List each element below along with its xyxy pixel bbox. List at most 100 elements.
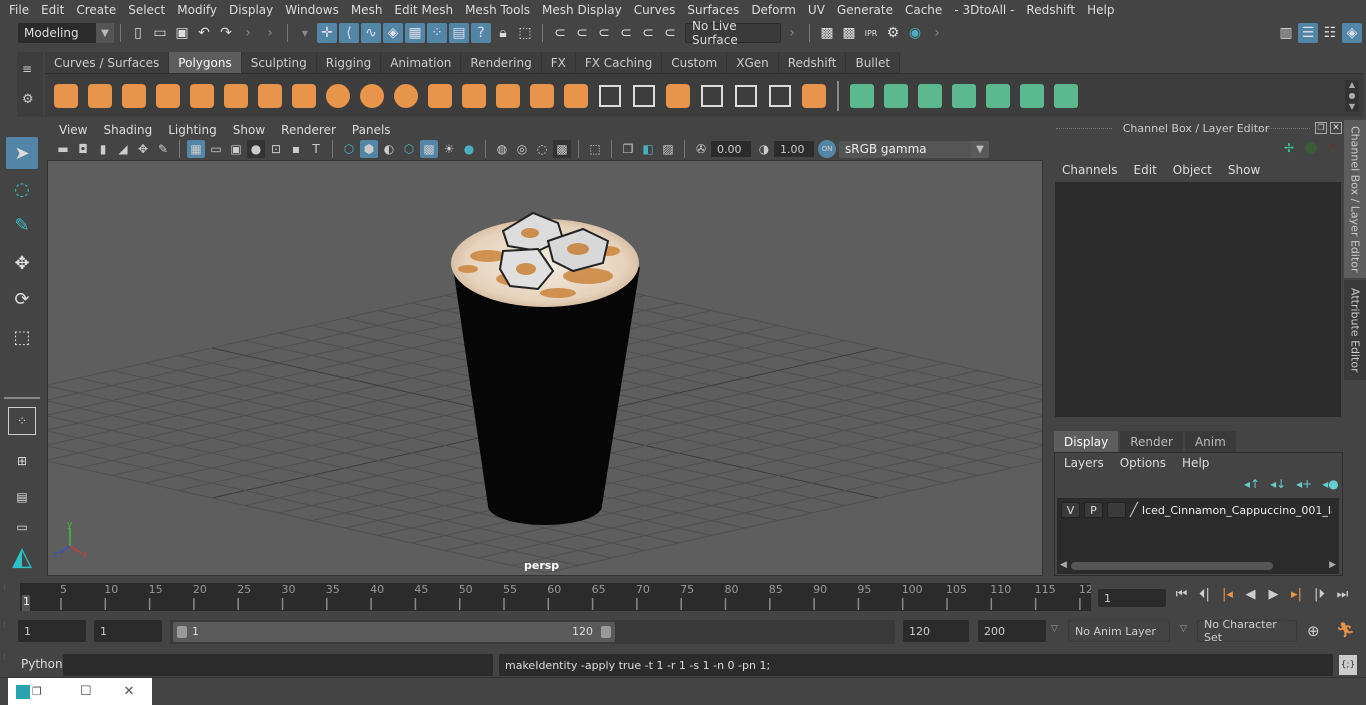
select-tool-arrow-icon[interactable]: ➤ [6, 137, 38, 169]
shelf-tab-rendering[interactable]: Rendering [461, 52, 542, 73]
channel-box-menu-show[interactable]: Show [1220, 163, 1268, 177]
scroll-right-icon[interactable]: ▶ [1329, 560, 1336, 570]
select-uv-icon[interactable]: ⁘ [427, 23, 447, 43]
shelf-tab-redshift[interactable]: Redshift [778, 52, 847, 73]
poke-tool[interactable] [628, 80, 660, 112]
outliner-layout-icon[interactable]: ▤ [6, 481, 38, 513]
anim-layer-field[interactable]: No Anim Layer [1068, 620, 1170, 642]
menu-create[interactable]: Create [70, 3, 122, 17]
sync-icon[interactable] [1305, 142, 1317, 154]
maximize-icon[interactable]: ☐ [80, 684, 92, 699]
side-tab-attribute-editor[interactable]: Attribute Editor [1344, 280, 1366, 380]
exposure-field[interactable]: 0.00 [711, 141, 751, 157]
bridge-tool[interactable] [526, 80, 558, 112]
undo-icon[interactable]: ↶ [194, 23, 214, 43]
channel-box-menu-object[interactable]: Object [1165, 163, 1220, 177]
safe-action-icon[interactable]: ▪ [287, 140, 305, 158]
multicut-tool[interactable] [560, 80, 592, 112]
scene-end-field[interactable]: 200 [978, 620, 1046, 642]
highlight-selection-icon[interactable]: ⬚ [515, 23, 535, 43]
gamma-field[interactable]: 1.00 [774, 141, 814, 157]
menu-uv[interactable]: UV [802, 3, 831, 17]
menu-3dtoall[interactable]: - 3DtoAll - [948, 3, 1020, 17]
separate-tool[interactable] [356, 80, 388, 112]
move-tool-icon[interactable]: ✥ [6, 247, 38, 279]
merge-tool[interactable] [662, 80, 694, 112]
snap-curve-icon[interactable]: ⊂ [572, 23, 592, 43]
channel-box-menu-edit[interactable]: Edit [1126, 163, 1165, 177]
xray-active-icon[interactable]: ◧ [639, 140, 657, 158]
save-scene-icon[interactable]: ▣ [172, 23, 192, 43]
command-input[interactable] [63, 654, 493, 676]
new-scene-icon[interactable]: ▯ [128, 23, 148, 43]
menu-cache[interactable]: Cache [899, 3, 948, 17]
combine-tool[interactable] [322, 80, 354, 112]
paint-select-tool-icon[interactable]: ✎ [6, 209, 38, 241]
xray-icon[interactable]: ⬡ [400, 140, 418, 158]
viewport-menu-panels[interactable]: Panels [344, 123, 399, 137]
drag-handle[interactable]: ⁞ [3, 620, 17, 644]
step-back-key-icon[interactable]: |◂ [1216, 587, 1239, 602]
animation-preferences-icon[interactable]: 🏃︎ [1336, 621, 1355, 639]
script-editor-icon[interactable]: {;} [1339, 655, 1357, 675]
ipr-render-icon[interactable]: IPR [861, 23, 881, 43]
xray-joints-icon[interactable]: ❐ [619, 140, 637, 158]
gate-mask-icon[interactable]: ● [247, 140, 265, 158]
2d-pan-zoom-icon[interactable]: ✥ [134, 140, 152, 158]
camera-icon[interactable]: ▬ [54, 140, 72, 158]
four-view-layout-icon[interactable]: ⊞ [6, 445, 38, 477]
move-layer-down-icon[interactable]: ◂↓ [1270, 477, 1286, 491]
select-face-icon[interactable]: ▦ [405, 23, 425, 43]
boolean-tool[interactable] [798, 80, 830, 112]
play-forwards-icon[interactable]: ▶ [1262, 587, 1285, 602]
menu-file[interactable]: File [3, 3, 35, 17]
workspace-dropdown[interactable]: Modeling ▼ [18, 23, 114, 43]
textured-icon[interactable]: ▩ [420, 140, 438, 158]
menu-select[interactable]: Select [122, 3, 171, 17]
step-forward-key-icon[interactable]: ▸| [1285, 587, 1308, 602]
modeling-toolkit-icon[interactable]: ▥ [1276, 23, 1296, 43]
extrude-tool[interactable] [492, 80, 524, 112]
viewport-menu-lighting[interactable]: Lighting [160, 123, 225, 137]
tool-settings-icon[interactable]: ☷ [1320, 23, 1340, 43]
insert-edge-loop-tool[interactable] [594, 80, 626, 112]
grid-icon[interactable]: ▦ [187, 140, 205, 158]
character-set-field[interactable]: No Character Set [1197, 618, 1297, 644]
restore-icon[interactable]: ❐ [32, 685, 42, 698]
channel-box-icon[interactable]: ◈ [1342, 23, 1362, 43]
menu-help[interactable]: Help [1081, 3, 1120, 17]
viewport-menu-show[interactable]: Show [225, 123, 273, 137]
step-back-frame-icon[interactable]: ⏴︎| [1193, 587, 1216, 602]
playback-start-field[interactable]: 1 [94, 620, 162, 642]
character-set-dropdown-icon[interactable]: ▽ [1180, 624, 1187, 634]
menu-mesh-tools[interactable]: Mesh Tools [459, 3, 536, 17]
channel-box-menu-channels[interactable]: Channels [1054, 163, 1126, 177]
cube-tool[interactable] [84, 80, 116, 112]
grease-pencil-icon[interactable]: ✎ [154, 140, 172, 158]
snap-view-icon[interactable]: ⊂ [616, 23, 636, 43]
snap-surface-icon[interactable]: ⊂ [638, 23, 658, 43]
render-current-icon[interactable]: ▩ [839, 23, 859, 43]
safe-title-icon[interactable]: T [307, 140, 325, 158]
layer-name[interactable]: Iced_Cinnamon_Cappuccino_001_layer [1142, 504, 1332, 517]
menu-curves[interactable]: Curves [628, 3, 682, 17]
menu-edit-mesh[interactable]: Edit Mesh [388, 3, 459, 17]
play-backwards-icon[interactable]: ◀ [1239, 587, 1262, 602]
menu-mesh-display[interactable]: Mesh Display [536, 3, 628, 17]
torus-tool[interactable] [220, 80, 252, 112]
color-management-toggle-icon[interactable]: ON [818, 140, 836, 158]
wireframe-icon[interactable]: ⬡ [340, 140, 358, 158]
open-scene-icon[interactable]: ▭ [150, 23, 170, 43]
drag-handle[interactable] [1260, 128, 1310, 129]
float-panel-icon[interactable]: ❐ [1315, 122, 1327, 134]
film-gate-icon[interactable]: ▭ [207, 140, 225, 158]
shelf-tab-rigging[interactable]: Rigging [316, 52, 382, 73]
range-slider[interactable]: 1 120 [173, 622, 615, 642]
live-surface-field[interactable]: No Live Surface [685, 19, 781, 47]
time-slider[interactable]: 5 10 15 20 25 30 35 40 45 50 55 60 65 70 75 80 85 90 95 100… [20, 583, 1093, 611]
shadows-icon[interactable]: ● [460, 140, 478, 158]
menu-mesh[interactable]: Mesh [345, 3, 389, 17]
image-icon[interactable]: ▨ [659, 140, 677, 158]
viewport-menu-shading[interactable]: Shading [95, 123, 160, 137]
select-by-hierarchy-icon[interactable]: ✛ [317, 23, 337, 43]
